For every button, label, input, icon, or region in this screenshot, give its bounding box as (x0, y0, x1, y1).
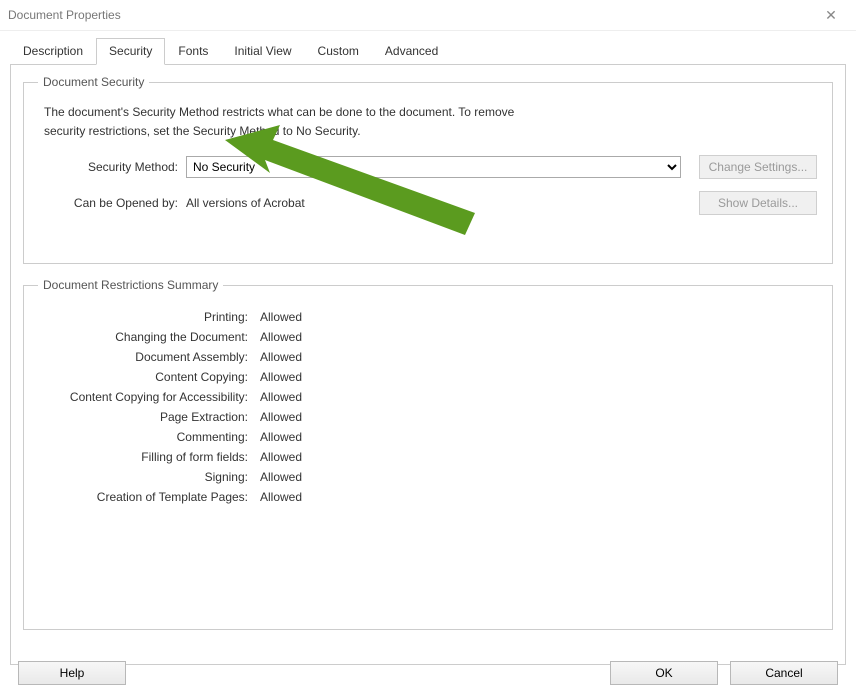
tab-panel-security: Document Security The document's Securit… (10, 65, 846, 665)
security-method-label: Security Method: (38, 160, 186, 174)
restriction-label: Content Copying: (38, 370, 260, 384)
restriction-label: Filling of form fields: (38, 450, 260, 464)
dialog-body: Description Security Fonts Initial View … (0, 31, 856, 665)
tab-security[interactable]: Security (96, 38, 165, 65)
restriction-value: Allowed (260, 330, 302, 344)
tab-fonts[interactable]: Fonts (165, 38, 221, 65)
help-button[interactable]: Help (18, 661, 126, 685)
restriction-value: Allowed (260, 470, 302, 484)
cancel-button[interactable]: Cancel (730, 661, 838, 685)
restriction-label: Document Assembly: (38, 350, 260, 364)
restriction-value: Allowed (260, 490, 302, 504)
document-security-group: Document Security The document's Securit… (23, 75, 833, 264)
restriction-value: Allowed (260, 370, 302, 384)
opened-by-value: All versions of Acrobat (186, 196, 305, 210)
restriction-row: Page Extraction: Allowed (38, 410, 818, 424)
restriction-value: Allowed (260, 450, 302, 464)
restrictions-summary-group: Document Restrictions Summary Printing: … (23, 278, 833, 630)
restriction-value: Allowed (260, 390, 302, 404)
window-title: Document Properties (8, 8, 121, 22)
restriction-row: Content Copying for Accessibility: Allow… (38, 390, 818, 404)
restriction-label: Printing: (38, 310, 260, 324)
security-method-select[interactable]: No Security (186, 156, 681, 178)
tab-label: Initial View (234, 44, 291, 58)
titlebar: Document Properties ✕ (0, 0, 856, 31)
desc-line1: The document's Security Method restricts… (44, 105, 514, 119)
tab-description[interactable]: Description (10, 38, 96, 65)
tab-advanced[interactable]: Advanced (372, 38, 451, 65)
security-description: The document's Security Method restricts… (44, 103, 818, 141)
restriction-row: Filling of form fields: Allowed (38, 450, 818, 464)
restriction-value: Allowed (260, 430, 302, 444)
ok-button[interactable]: OK (610, 661, 718, 685)
security-method-row: Security Method: No Security Change Sett… (38, 155, 818, 179)
show-details-button: Show Details... (699, 191, 817, 215)
dialog-footer: Help OK Cancel (0, 661, 856, 685)
group-legend: Document Security (38, 75, 149, 89)
tab-initial-view[interactable]: Initial View (221, 38, 304, 65)
restriction-value: Allowed (260, 410, 302, 424)
tab-label: Description (23, 44, 83, 58)
tab-custom[interactable]: Custom (305, 38, 372, 65)
restriction-row: Content Copying: Allowed (38, 370, 818, 384)
tab-strip: Description Security Fonts Initial View … (10, 37, 846, 65)
restriction-label: Page Extraction: (38, 410, 260, 424)
restriction-label: Changing the Document: (38, 330, 260, 344)
restriction-label: Content Copying for Accessibility: (38, 390, 260, 404)
restriction-row: Creation of Template Pages: Allowed (38, 490, 818, 504)
restriction-label: Creation of Template Pages: (38, 490, 260, 504)
tab-label: Custom (318, 44, 359, 58)
change-settings-button: Change Settings... (699, 155, 817, 179)
restriction-value: Allowed (260, 350, 302, 364)
restriction-row: Document Assembly: Allowed (38, 350, 818, 364)
tab-label: Security (109, 44, 152, 58)
desc-line2: security restrictions, set the Security … (44, 124, 361, 138)
restriction-value: Allowed (260, 310, 302, 324)
restriction-row: Printing: Allowed (38, 310, 818, 324)
can-be-opened-by-row: Can be Opened by: All versions of Acroba… (38, 191, 818, 215)
tab-label: Advanced (385, 44, 438, 58)
opened-by-label: Can be Opened by: (38, 196, 186, 210)
restriction-row: Signing: Allowed (38, 470, 818, 484)
tab-label: Fonts (178, 44, 208, 58)
group-legend: Document Restrictions Summary (38, 278, 223, 292)
restriction-row: Changing the Document: Allowed (38, 330, 818, 344)
restriction-row: Commenting: Allowed (38, 430, 818, 444)
close-icon[interactable]: ✕ (816, 0, 846, 30)
restriction-label: Signing: (38, 470, 260, 484)
restriction-label: Commenting: (38, 430, 260, 444)
